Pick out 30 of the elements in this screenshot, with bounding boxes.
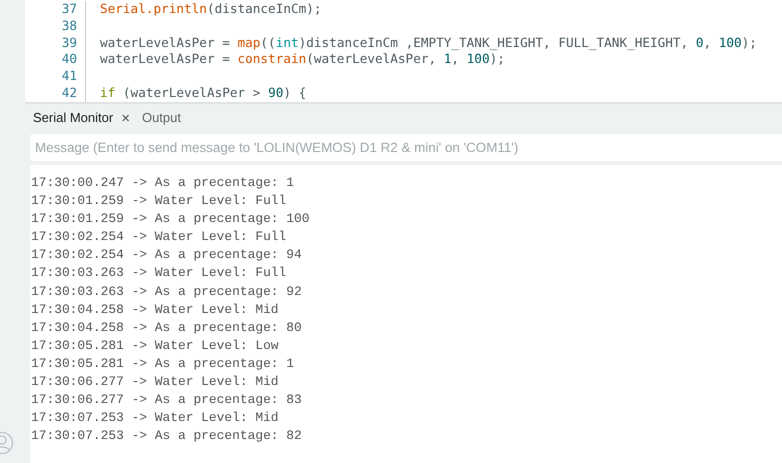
code-line: if (waterLevelAsPer > 90) { [100,84,306,102]
line-number: 41 [60,68,78,85]
output-line: 17:30:04.258 -> Water Level: Mid [31,300,280,319]
output-line: 17:30:03.263 -> Water Level: Full [31,264,288,282]
message-field[interactable]: Message (Enter to send message to 'LOLIN(WEMOS) D1 R2 & mini' on 'COM11') [30,134,782,161]
panel-tab[interactable]: Output [142,108,181,128]
close-icon[interactable]: × [121,110,130,126]
output-line: 17:30:05.281 -> Water Level: Low [31,336,280,355]
panel-tab[interactable]: Serial Monitor × [33,108,130,128]
output-line: 17:30:01.259 -> As a precentage: 100 [31,210,310,228]
output-line: 17:30:03.263 -> As a precentage: 92 [31,282,303,301]
account-icon[interactable] [0,431,14,455]
output-line: 17:30:06.277 -> As a precentage: 83 [31,391,303,410]
line-number: 42 [60,84,78,102]
line-number: 38 [60,18,78,35]
output-line: 17:30:07.253 -> As a precentage: 82 [31,427,303,446]
output-line: 17:30:07.253 -> Water Level: Mid [31,409,280,428]
output-line: 17:30:01.259 -> Water Level: Full [31,192,288,210]
output-line: 17:30:00.247 -> As a precentage: 1 [31,174,296,192]
code-line: waterLevelAsPer = map((int)distanceInCm ,EMPTY_TANK_HEIGHT, FULL_TANK_HEIGHT, 0, 100); [100,34,757,52]
line-number: 37 [60,1,78,18]
line-number: 40 [60,51,78,68]
output-line: 17:30:06.277 -> Water Level: Mid [31,373,280,392]
output-line: 17:30:02.254 -> Water Level: Full [31,228,288,246]
output-line: 17:30:05.281 -> As a precentage: 1 [31,354,296,373]
output-line: 17:30:04.258 -> As a precentage: 80 [31,318,303,337]
line-number: 39 [60,34,78,52]
code-line: Serial.println(distanceInCm); [100,1,322,18]
code-line: waterLevelAsPer = constrain(waterLevelAsPer, 1, 100); [100,51,505,68]
output-line: 17:30:02.254 -> As a precentage: 94 [31,246,303,264]
